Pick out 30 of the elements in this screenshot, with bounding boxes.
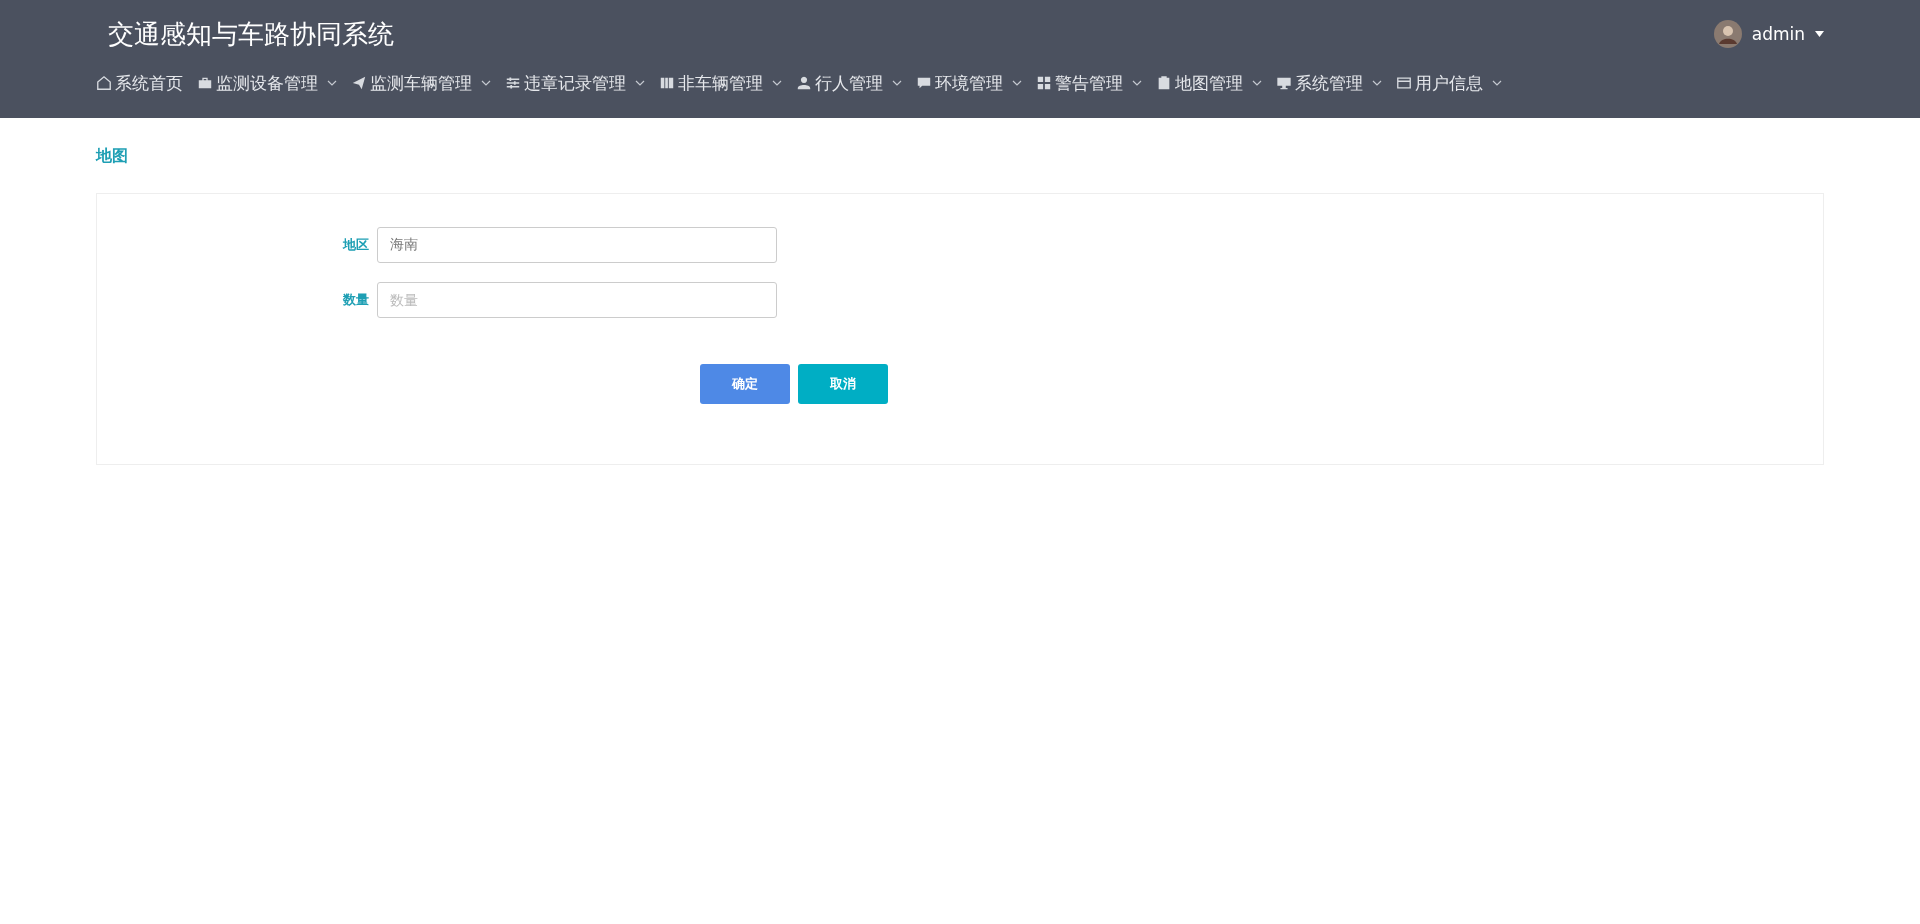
monitor-icon (1276, 75, 1292, 91)
grid-icon (1036, 75, 1052, 91)
input-field[interactable]: 数量 (377, 282, 777, 318)
field-label: 数量 (342, 291, 370, 309)
nav-menu-item[interactable]: 系统管理 (1276, 71, 1382, 95)
paper-plane-icon (351, 75, 367, 91)
input-field[interactable]: 海南 (377, 227, 777, 263)
sliders-icon (505, 75, 521, 91)
nav-menu-item[interactable]: 非车辆管理 (659, 71, 782, 95)
field-label: 地区 (341, 236, 370, 254)
home-icon (96, 75, 112, 91)
caret-icon[interactable] (1815, 31, 1824, 37)
app-title: 交通感知与车路协同系统 (108, 17, 394, 51)
user-icon (796, 75, 812, 91)
clipboard-icon (1156, 75, 1172, 91)
nav-menu-item[interactable]: 系统首页 (96, 71, 183, 95)
briefcase-icon (197, 75, 213, 91)
nav-menu-item[interactable]: 监测设备管理 (197, 71, 337, 95)
nav-menu-item[interactable]: 用户信息 (1396, 71, 1502, 95)
nav-menu-item[interactable]: 监测车辆管理 (351, 71, 491, 95)
confirm-button[interactable]: 确定 (700, 364, 790, 404)
card-icon (1396, 75, 1412, 91)
nav-menu-item[interactable]: 环境管理 (916, 71, 1022, 95)
avatar-icon[interactable] (1713, 20, 1742, 48)
nav-menu-item[interactable]: 违章记录管理 (505, 71, 645, 95)
username[interactable]: admin (1751, 24, 1805, 44)
nav-menu-item[interactable]: 警告管理 (1036, 71, 1142, 95)
nav-menu-item[interactable]: 地图管理 (1156, 71, 1262, 95)
book-icon (659, 75, 675, 91)
nav-menu-item[interactable]: 行人管理 (796, 71, 902, 95)
